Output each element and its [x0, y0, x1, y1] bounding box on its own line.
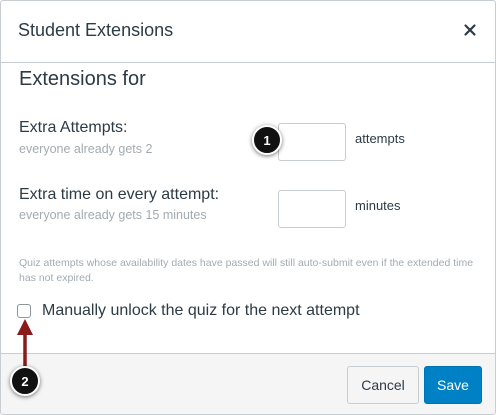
- dialog-title: Student Extensions: [18, 20, 174, 40]
- arrow-up-icon: [17, 319, 33, 369]
- callout-badge-1: 1: [252, 125, 282, 155]
- callout-badge-2: 2: [10, 366, 40, 396]
- student-extensions-dialog: Student Extensions Extensions for Extra …: [0, 0, 496, 415]
- extra-attempts-label: Extra Attempts:: [19, 119, 128, 136]
- extra-attempts-unit: attempts: [355, 131, 405, 146]
- close-icon[interactable]: [461, 21, 479, 39]
- dialog-header: Student Extensions: [1, 1, 495, 63]
- extra-attempts-hint: everyone already gets 2: [19, 142, 153, 156]
- section-title: Extensions for: [19, 68, 146, 90]
- auto-submit-note: Quiz attempts whose availability dates h…: [19, 257, 474, 284]
- save-button[interactable]: Save: [424, 366, 482, 404]
- extra-attempts-input[interactable]: [278, 123, 346, 161]
- extra-time-hint: everyone already gets 15 minutes: [19, 208, 207, 222]
- manual-unlock-checkbox[interactable]: [17, 304, 31, 318]
- manual-unlock-label[interactable]: Manually unlock the quiz for the next at…: [42, 302, 360, 320]
- dialog-body: Extensions for Extra Attempts: everyone …: [1, 63, 495, 353]
- dialog-footer: Cancel Save: [1, 353, 495, 414]
- cancel-button[interactable]: Cancel: [347, 366, 419, 404]
- extra-time-label: Extra time on every attempt:: [19, 186, 220, 203]
- extra-time-input[interactable]: [278, 190, 346, 228]
- extra-time-unit: minutes: [355, 198, 401, 213]
